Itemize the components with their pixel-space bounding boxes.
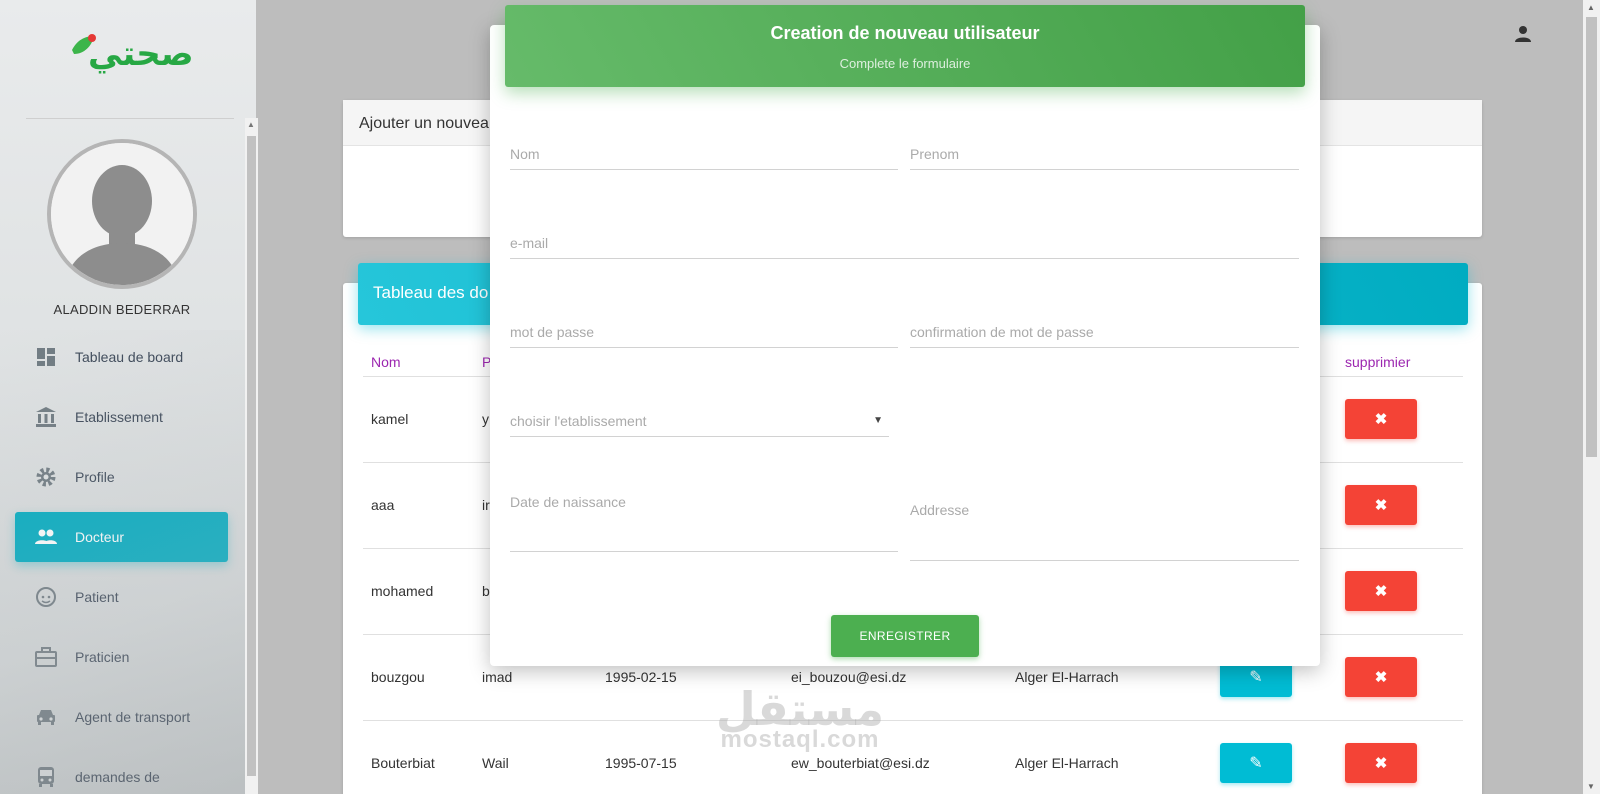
cell-prenom: imad <box>482 669 513 685</box>
cell-nom: bouzgou <box>371 669 425 685</box>
briefcase-icon <box>33 644 59 670</box>
user-silhouette-icon <box>51 143 193 285</box>
scroll-up-arrow-icon[interactable]: ▲ <box>247 120 255 129</box>
bus-icon <box>33 764 59 790</box>
logo-text: صحتي <box>88 34 194 74</box>
cell-adresse: Alger El-Harrach <box>1015 669 1119 685</box>
close-icon: ✖ <box>1374 411 1388 428</box>
cell-date: 1995-02-15 <box>605 669 677 685</box>
people-icon <box>33 524 59 550</box>
user-account-icon[interactable] <box>1513 24 1533 44</box>
bank-icon <box>33 404 59 430</box>
sidebar-item-label: demandes de <box>75 769 160 785</box>
prenom-placeholder: Prenom <box>910 146 960 162</box>
etablissement-placeholder: choisir l'etablissement <box>510 413 647 429</box>
sidebar: صحتي ALADDIN BEDERRAR Tableau de board E… <box>0 0 256 794</box>
modal-subtitle: Complete le formulaire <box>839 56 971 71</box>
gear-icon <box>33 464 59 490</box>
sidebar-item-label: Patient <box>75 589 119 605</box>
sidebar-item-patient[interactable]: Patient <box>15 572 228 622</box>
prenom-field[interactable]: Prenom <box>910 140 1299 170</box>
watermark: مستقل mostaql.com <box>700 686 900 754</box>
etablissement-select[interactable]: choisir l'etablissement ▼ <box>510 407 889 437</box>
sidebar-item-label: Docteur <box>75 529 125 545</box>
sidebar-item-etablissement[interactable]: Etablissement <box>15 392 228 442</box>
cell-prenom: Wail <box>482 755 509 771</box>
sidebar-item-demandes[interactable]: demandes de <box>15 752 228 794</box>
avatar <box>47 139 197 289</box>
date-naissance-label: Date de naissance <box>510 494 626 510</box>
scroll-down-arrow-icon[interactable]: ▼ <box>1587 782 1595 791</box>
face-icon <box>33 584 59 610</box>
row-divider <box>363 720 1463 721</box>
sidebar-item-label: Agent de transport <box>75 709 191 725</box>
cell-date: 1995-07-15 <box>605 755 677 771</box>
cell-nom: aaa <box>371 497 395 513</box>
sidebar-scrollbar[interactable]: ▲ <box>245 118 258 794</box>
sidebar-item-profile[interactable]: Profile <box>15 452 228 502</box>
edit-button[interactable]: ✎ <box>1220 743 1292 783</box>
adresse-field[interactable]: Addresse <box>910 498 1299 561</box>
password-confirm-field[interactable]: confirmation de mot de passe <box>910 318 1299 348</box>
sidebar-item-dashboard[interactable]: Tableau de board <box>15 332 228 382</box>
cell-prenom: ir <box>482 497 490 513</box>
edit-icon: ✎ <box>1249 669 1263 686</box>
email-field[interactable]: e-mail <box>510 229 1299 259</box>
delete-button[interactable]: ✖ <box>1345 657 1417 697</box>
sidebar-item-label: Praticien <box>75 649 130 665</box>
sidebar-item-agent-transport[interactable]: Agent de transport <box>15 692 228 742</box>
email-placeholder: e-mail <box>510 235 549 251</box>
nom-placeholder: Nom <box>510 146 540 162</box>
column-header-supprimer: supprimier <box>1345 354 1411 370</box>
app-logo[interactable]: صحتي <box>62 28 194 82</box>
cell-nom: kamel <box>371 411 409 427</box>
sidebar-item-label: Profile <box>75 469 115 485</box>
dashboard-icon <box>33 344 59 370</box>
cell-adresse: Alger El-Harrach <box>1015 755 1119 771</box>
password-confirm-placeholder: confirmation de mot de passe <box>910 324 1094 340</box>
delete-button[interactable]: ✖ <box>1345 743 1417 783</box>
cell-email: ew_bouterbiat@esi.dz <box>791 755 930 771</box>
delete-button[interactable]: ✖ <box>1345 571 1417 611</box>
sidebar-divider <box>26 118 234 119</box>
sidebar-item-praticien[interactable]: Praticien <box>15 632 228 682</box>
page-scrollbar[interactable]: ▲ ▼ <box>1583 0 1600 794</box>
close-icon: ✖ <box>1374 669 1388 686</box>
sidebar-item-docteur[interactable]: Docteur <box>15 512 228 562</box>
cell-nom: Bouterbiat <box>371 755 435 771</box>
user-name: ALADDIN BEDERRAR <box>53 302 191 317</box>
column-header-nom: Nom <box>371 354 401 370</box>
scroll-up-arrow-icon[interactable]: ▲ <box>1587 3 1595 12</box>
close-icon: ✖ <box>1374 497 1388 514</box>
sidebar-scrollbar-thumb[interactable] <box>247 136 256 776</box>
password-field[interactable]: mot de passe <box>510 318 898 348</box>
password-placeholder: mot de passe <box>510 324 595 340</box>
close-icon: ✖ <box>1374 583 1388 600</box>
watermark-latin: mostaql.com <box>720 726 880 753</box>
sidebar-item-label: Tableau de board <box>75 349 184 365</box>
date-naissance-field[interactable]: Date de naissance <box>510 490 898 552</box>
save-button[interactable]: ENREGISTRER <box>831 615 979 657</box>
cell-prenom: y <box>482 411 489 427</box>
close-icon: ✖ <box>1374 755 1388 772</box>
delete-button[interactable]: ✖ <box>1345 399 1417 439</box>
modal-title: Creation de nouveau utilisateur <box>770 23 1040 43</box>
adresse-placeholder: Addresse <box>910 502 970 518</box>
car-icon <box>33 704 59 730</box>
page-scrollbar-thumb[interactable] <box>1586 17 1597 457</box>
cell-prenom: b <box>482 583 490 599</box>
delete-button[interactable]: ✖ <box>1345 485 1417 525</box>
nom-field[interactable]: Nom <box>510 140 898 170</box>
cell-nom: mohamed <box>371 583 434 599</box>
modal-header: Creation de nouveau utilisateur Complete… <box>505 5 1305 87</box>
chevron-down-icon: ▼ <box>873 415 883 426</box>
edit-icon: ✎ <box>1249 755 1263 772</box>
sidebar-item-label: Etablissement <box>75 409 163 425</box>
